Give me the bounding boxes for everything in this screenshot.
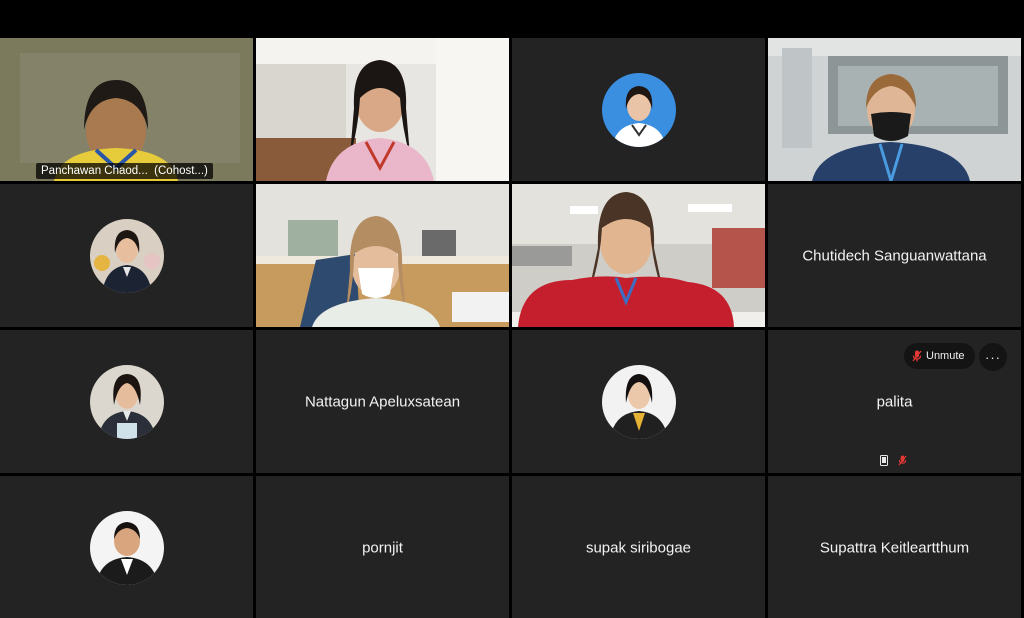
participant-tile-palita[interactable]: Unmute ··· palita	[768, 330, 1021, 473]
participant-tile-video-6[interactable]	[256, 184, 509, 327]
participant-tile-video-4[interactable]	[768, 38, 1021, 181]
mic-muted-icon	[898, 455, 907, 466]
phone-icon	[880, 455, 888, 466]
participant-tile-supak[interactable]: supak siribogae	[512, 476, 765, 618]
participant-tile-video-2[interactable]	[256, 38, 509, 181]
participant-name: pornjit	[362, 539, 403, 556]
participant-tile-avatar-5[interactable]	[0, 184, 253, 327]
participant-avatar	[601, 72, 676, 147]
meeting-window: Panchawan Chaod... (Cohost...) Chutidech…	[0, 0, 1024, 618]
participant-tile-avatar-13[interactable]	[0, 476, 253, 618]
unmute-label: Unmute	[926, 350, 965, 362]
gallery-view: Panchawan Chaod... (Cohost...) Chutidech…	[0, 38, 1021, 618]
participant-name: Chutidech Sanguanwattana	[802, 247, 987, 264]
participant-avatar	[89, 218, 164, 293]
participant-tile-avatar-11[interactable]	[512, 330, 765, 473]
participant-avatar	[601, 364, 676, 439]
participant-name: Nattagun Apeluxsatean	[304, 393, 461, 410]
participant-tile-chutidech[interactable]: Chutidech Sanguanwattana	[768, 184, 1021, 327]
participant-tile-nattagun[interactable]: Nattagun Apeluxsatean	[256, 330, 509, 473]
participant-tile-panchawan[interactable]: Panchawan Chaod... (Cohost...)	[0, 38, 253, 181]
participant-name: supak siribogae	[585, 539, 692, 556]
participant-tile-avatar-3[interactable]	[512, 38, 765, 181]
mic-muted-icon	[912, 350, 922, 362]
participant-name: Supattra Keitleartthum	[819, 539, 970, 556]
participant-status-icons	[880, 455, 907, 466]
participant-avatar	[89, 510, 164, 585]
unmute-button[interactable]: Unmute	[904, 343, 975, 369]
participant-tile-supattra[interactable]: Supattra Keitleartthum	[768, 476, 1021, 618]
more-options-icon: ···	[985, 349, 1001, 365]
participant-name: palita	[876, 393, 913, 410]
more-options-button[interactable]: ···	[979, 343, 1007, 371]
participant-tile-video-7[interactable]	[512, 184, 765, 327]
participant-avatar	[89, 364, 164, 439]
participant-tile-pornjit[interactable]: pornjit	[256, 476, 509, 618]
participant-name-label: Panchawan Chaod... (Cohost...)	[36, 163, 213, 179]
participant-tile-avatar-9[interactable]	[0, 330, 253, 473]
